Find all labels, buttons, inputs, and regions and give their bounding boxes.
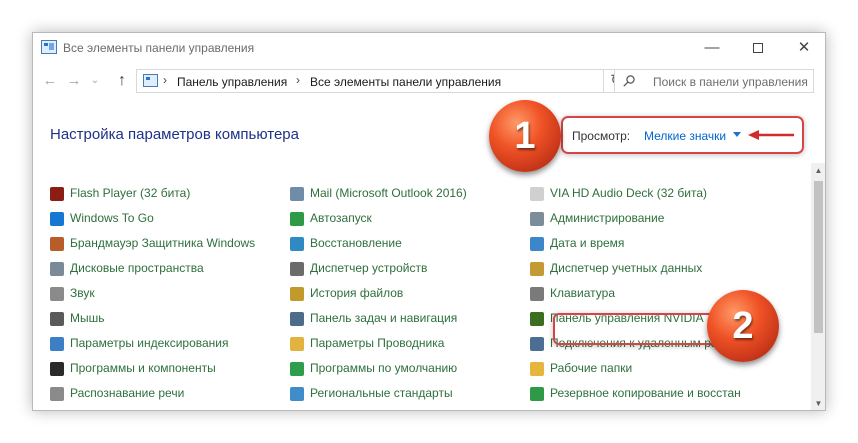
keyboard-icon — [530, 287, 544, 301]
search-placeholder: Поиск в панели управления — [653, 75, 808, 89]
control-panel-item-label: Региональные стандарты — [310, 386, 453, 400]
search-icon — [623, 75, 635, 87]
mouse-icon — [50, 312, 64, 326]
storage-spaces-icon — [50, 262, 64, 276]
maximize-icon — [753, 43, 763, 53]
date-time-icon — [530, 237, 544, 251]
arrow-left-icon — [748, 130, 794, 140]
forward-button[interactable]: → — [63, 69, 85, 93]
callout-badge-1: 1 — [489, 100, 561, 172]
control-panel-item-label: Mail (Microsoft Outlook 2016) — [310, 186, 467, 200]
credential-manager-icon — [530, 262, 544, 276]
vertical-scrollbar[interactable]: ▲ ▼ — [811, 163, 825, 410]
control-panel-item-label: Распознавание речи — [70, 386, 185, 400]
callout-badge-2: 2 — [707, 290, 779, 362]
control-panel-item-label: История файлов — [310, 286, 404, 300]
control-panel-item-label: Панель задач и навигация — [310, 311, 458, 325]
control-panel-item-label: Дата и время — [550, 236, 625, 250]
control-panel-item-label: Параметры индексирования — [70, 336, 229, 350]
indexing-icon — [50, 337, 64, 351]
control-panel-item-label: Диспетчер учетных данных — [550, 261, 703, 275]
control-panel-address-icon — [143, 74, 158, 87]
address-bar[interactable]: › Панель управления › Все элементы панел… — [136, 69, 692, 93]
scroll-thumb[interactable] — [814, 181, 823, 333]
control-panel-item-label: Windows To Go — [70, 211, 154, 225]
control-panel-item-label: Диспетчер устройств — [310, 261, 428, 275]
mail-icon — [290, 187, 304, 201]
search-box[interactable]: Поиск в панели управления — [614, 69, 814, 93]
default-programs-icon — [290, 362, 304, 376]
backup-icon — [530, 387, 544, 401]
control-panel-window: Все элементы панели управления — ✕ ← → ⌄… — [32, 32, 826, 411]
up-button[interactable]: ↑ — [111, 69, 133, 93]
breadcrumb-all-items[interactable]: Все элементы панели управления — [310, 75, 501, 89]
view-label: Просмотр: — [572, 129, 631, 143]
control-panel-items: Flash Player (32 бита) Windows To Go Бранд… — [33, 184, 811, 410]
work-folders-icon — [530, 362, 544, 376]
control-panel-item-label: Дисковые пространства — [70, 261, 204, 275]
breadcrumb-control-panel[interactable]: Панель управления — [177, 75, 287, 89]
audio-deck-icon — [530, 187, 544, 201]
control-panel-item-label: Рабочие папки — [550, 361, 633, 375]
region-icon — [290, 387, 304, 401]
navigation-bar: ← → ⌄ ↑ › Панель управления › Все элемен… — [33, 65, 825, 97]
scroll-down-icon[interactable]: ▼ — [811, 396, 825, 410]
maximize-button[interactable] — [735, 33, 781, 63]
control-panel-item-label: Резервное копирование и восстан — [550, 386, 741, 400]
close-button[interactable]: ✕ — [781, 33, 825, 63]
control-panel-item-label: Администрирование — [550, 211, 665, 225]
breadcrumb-separator: › — [296, 73, 300, 87]
control-panel-item-label: Восстановление — [310, 236, 402, 250]
chevron-down-icon[interactable] — [733, 132, 741, 137]
control-panel-item-label: Flash Player (32 бита) — [70, 186, 191, 200]
control-panel-item-label: Программы и компоненты — [70, 361, 216, 375]
taskbar-icon — [290, 312, 304, 326]
sound-icon — [50, 287, 64, 301]
device-manager-icon — [290, 262, 304, 276]
breadcrumb-separator: › — [163, 73, 167, 87]
control-panel-item-label: Звук — [70, 286, 95, 300]
programs-icon — [50, 362, 64, 376]
control-panel-item-label: Мышь — [70, 311, 105, 325]
control-panel-item-label: VIA HD Audio Deck (32 бита) — [550, 186, 708, 200]
windows-to-go-icon — [50, 212, 64, 226]
control-panel-icon — [41, 40, 57, 54]
window-title: Все элементы панели управления — [63, 41, 255, 55]
autoplay-icon — [290, 212, 304, 226]
page-title: Настройка параметров компьютера — [50, 126, 299, 143]
view-mode-selector[interactable]: Мелкие значки — [644, 129, 726, 143]
remote-app-icon — [530, 337, 544, 351]
control-panel-item-label: Автозапуск — [310, 211, 372, 225]
control-panel-item-label: Программы по умолчанию — [310, 361, 458, 375]
nvidia-icon — [530, 312, 544, 326]
explorer-options-icon — [290, 337, 304, 351]
flash-icon — [50, 187, 64, 201]
control-panel-item-label: Клавиатура — [550, 286, 615, 300]
scroll-up-icon[interactable]: ▲ — [811, 163, 825, 178]
firewall-icon — [50, 237, 64, 251]
title-bar: Все элементы панели управления — ✕ — [33, 33, 825, 63]
minimize-button[interactable]: — — [689, 33, 735, 63]
control-panel-item-label: Брандмауэр Защитника Windows — [70, 236, 256, 250]
speech-icon — [50, 387, 64, 401]
control-panel-item-label: Параметры Проводника — [310, 336, 445, 350]
recovery-icon — [290, 237, 304, 251]
recent-locations-button[interactable]: ⌄ — [88, 69, 102, 93]
admin-tools-icon — [530, 212, 544, 226]
file-history-icon — [290, 287, 304, 301]
back-button[interactable]: ← — [39, 69, 61, 93]
